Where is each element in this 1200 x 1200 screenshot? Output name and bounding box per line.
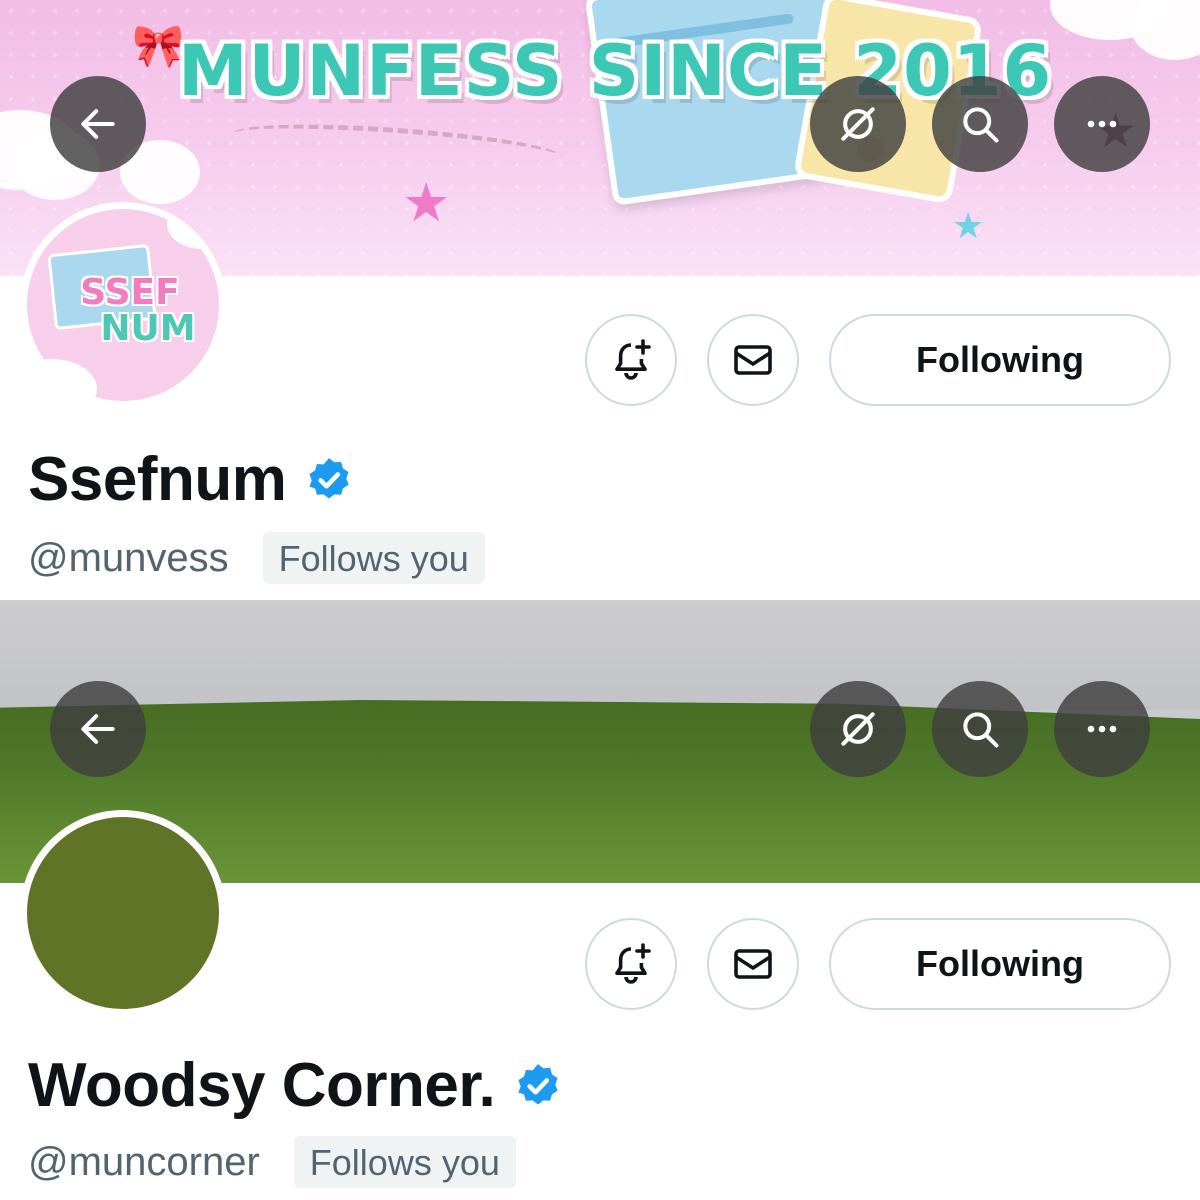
envelope-icon [734, 345, 772, 375]
verified-badge-icon[interactable] [304, 455, 354, 505]
more-options-icon [1087, 120, 1117, 128]
follows-you-badge: Follows you [293, 1136, 516, 1188]
grok-icon [841, 107, 875, 141]
profile-header-ssefnum: 🎀 ★ ★ ★ MUNFESS SINCE 2016 SSEF NUM [0, 0, 1200, 600]
username-handle: @munvess [28, 535, 229, 580]
grok-button[interactable] [810, 681, 906, 777]
avatar-logo-line2: NUM [100, 308, 196, 349]
back-button[interactable] [50, 681, 146, 777]
handle-row: @muncorner Follows you [28, 1136, 516, 1188]
grok-icon [841, 712, 875, 746]
following-button[interactable]: Following [829, 314, 1171, 406]
avatar-cloud [167, 209, 219, 249]
message-button[interactable] [707, 918, 799, 1010]
avatar-logo-line1: SSEF [80, 272, 180, 313]
banner-cloud [1130, 0, 1200, 60]
back-button[interactable] [50, 76, 146, 172]
display-name-row: Ssefnum [28, 444, 354, 515]
search-icon [963, 107, 999, 143]
more-options-button[interactable] [1054, 681, 1150, 777]
banner-sky [0, 600, 1200, 710]
more-options-button[interactable] [1054, 76, 1150, 172]
search-icon [963, 712, 999, 748]
follows-you-badge: Follows you [262, 532, 485, 584]
avatar-logo-text: SSEF NUM [45, 275, 215, 347]
profile-header-woodsy-corner: Following Woodsy Corner. @muncorner Foll… [0, 600, 1200, 1200]
message-button[interactable] [707, 314, 799, 406]
search-button[interactable] [932, 681, 1028, 777]
display-name: Woodsy Corner. [28, 1051, 496, 1120]
display-name: Ssefnum [28, 445, 287, 514]
star-icon: ★ [952, 205, 985, 246]
ribbon-bow-icon: 🎀 [132, 22, 185, 69]
display-name-row: Woodsy Corner. [28, 1050, 563, 1121]
verified-badge-icon[interactable] [513, 1061, 563, 1111]
banner-dashed-line [231, 116, 563, 175]
profile-avatar[interactable]: SSEF NUM [20, 202, 226, 408]
avatar-cloud [27, 359, 97, 401]
profile-avatar[interactable] [20, 810, 226, 1016]
notifications-button[interactable] [585, 918, 677, 1010]
notifications-button[interactable] [585, 314, 677, 406]
bell-plus-icon [615, 339, 651, 380]
more-options-icon [1087, 725, 1117, 733]
bell-plus-icon [615, 943, 651, 984]
search-button[interactable] [932, 76, 1028, 172]
envelope-icon [734, 949, 772, 979]
arrow-left-icon [81, 109, 115, 139]
following-button[interactable]: Following [829, 918, 1171, 1010]
arrow-left-icon [81, 714, 115, 744]
username-handle: @muncorner [28, 1139, 260, 1184]
grok-button[interactable] [810, 76, 906, 172]
handle-row: @munvess Follows you [28, 532, 485, 584]
star-icon: ★ [402, 173, 451, 233]
banner-headline-text: MUNFESS SINCE 2016 [178, 30, 1053, 112]
